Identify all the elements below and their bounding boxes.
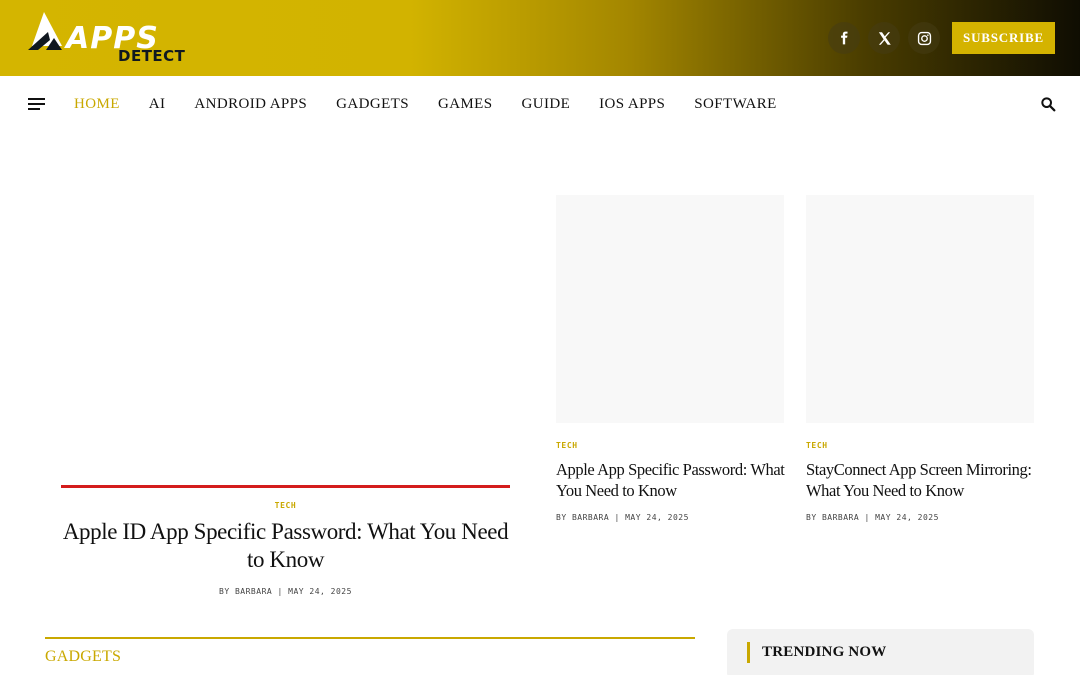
featured-main-title[interactable]: Apple ID App Specific Password: What You… [61,518,510,574]
card-meta: BY BARBARA | MAY 24, 2025 [806,513,939,522]
trending-accent-bar [747,642,750,663]
instagram-icon [917,31,931,45]
nav-item-games[interactable]: GAMES [438,96,493,113]
featured-main-divider [61,485,510,488]
gadgets-section-rule [45,637,695,639]
x-icon [878,31,891,45]
card-category[interactable]: TECH [556,441,578,450]
nav-item-software[interactable]: SOFTWARE [694,96,776,113]
featured-main-image[interactable] [61,195,510,485]
nav-item-ai[interactable]: AI [149,96,166,113]
nav-item-android-apps[interactable]: ANDROID APPS [194,96,307,113]
site-header: APPS DETECT SUBSCRIBE [0,0,1080,76]
facebook-link[interactable] [828,22,860,54]
search-button[interactable] [1040,96,1056,112]
card-meta: BY BARBARA | MAY 24, 2025 [556,513,689,522]
card-image[interactable] [806,195,1034,423]
main-nav: HOME AI ANDROID APPS GADGETS GAMES GUIDE… [0,76,1080,132]
card-category[interactable]: TECH [806,441,828,450]
nav-item-home[interactable]: HOME [74,96,120,113]
card-title[interactable]: Apple App Specific Password: What You Ne… [556,459,788,501]
site-logo[interactable]: APPS DETECT [28,10,208,66]
facebook-icon [841,31,848,45]
hamburger-menu-icon[interactable] [28,98,45,110]
logo-mark-icon [28,12,62,50]
nav-links: HOME AI ANDROID APPS GADGETS GAMES GUIDE… [74,76,806,132]
nav-item-ios-apps[interactable]: IOS APPS [599,96,665,113]
logo-text-detect: DETECT [118,47,186,65]
gadgets-section-title[interactable]: GADGETS [45,648,121,666]
nav-item-guide[interactable]: GUIDE [521,96,570,113]
card-image[interactable] [556,195,784,423]
subscribe-button[interactable]: SUBSCRIBE [952,22,1055,54]
x-link[interactable] [868,22,900,54]
trending-title: TRENDING NOW [762,644,887,660]
instagram-link[interactable] [908,22,940,54]
card-title[interactable]: StayConnect App Screen Mirroring: What Y… [806,459,1038,501]
nav-item-gadgets[interactable]: GADGETS [336,96,409,113]
featured-main-category[interactable]: TECH [61,501,510,510]
featured-main-meta: BY BARBARA | MAY 24, 2025 [219,587,352,596]
search-icon [1041,97,1056,112]
